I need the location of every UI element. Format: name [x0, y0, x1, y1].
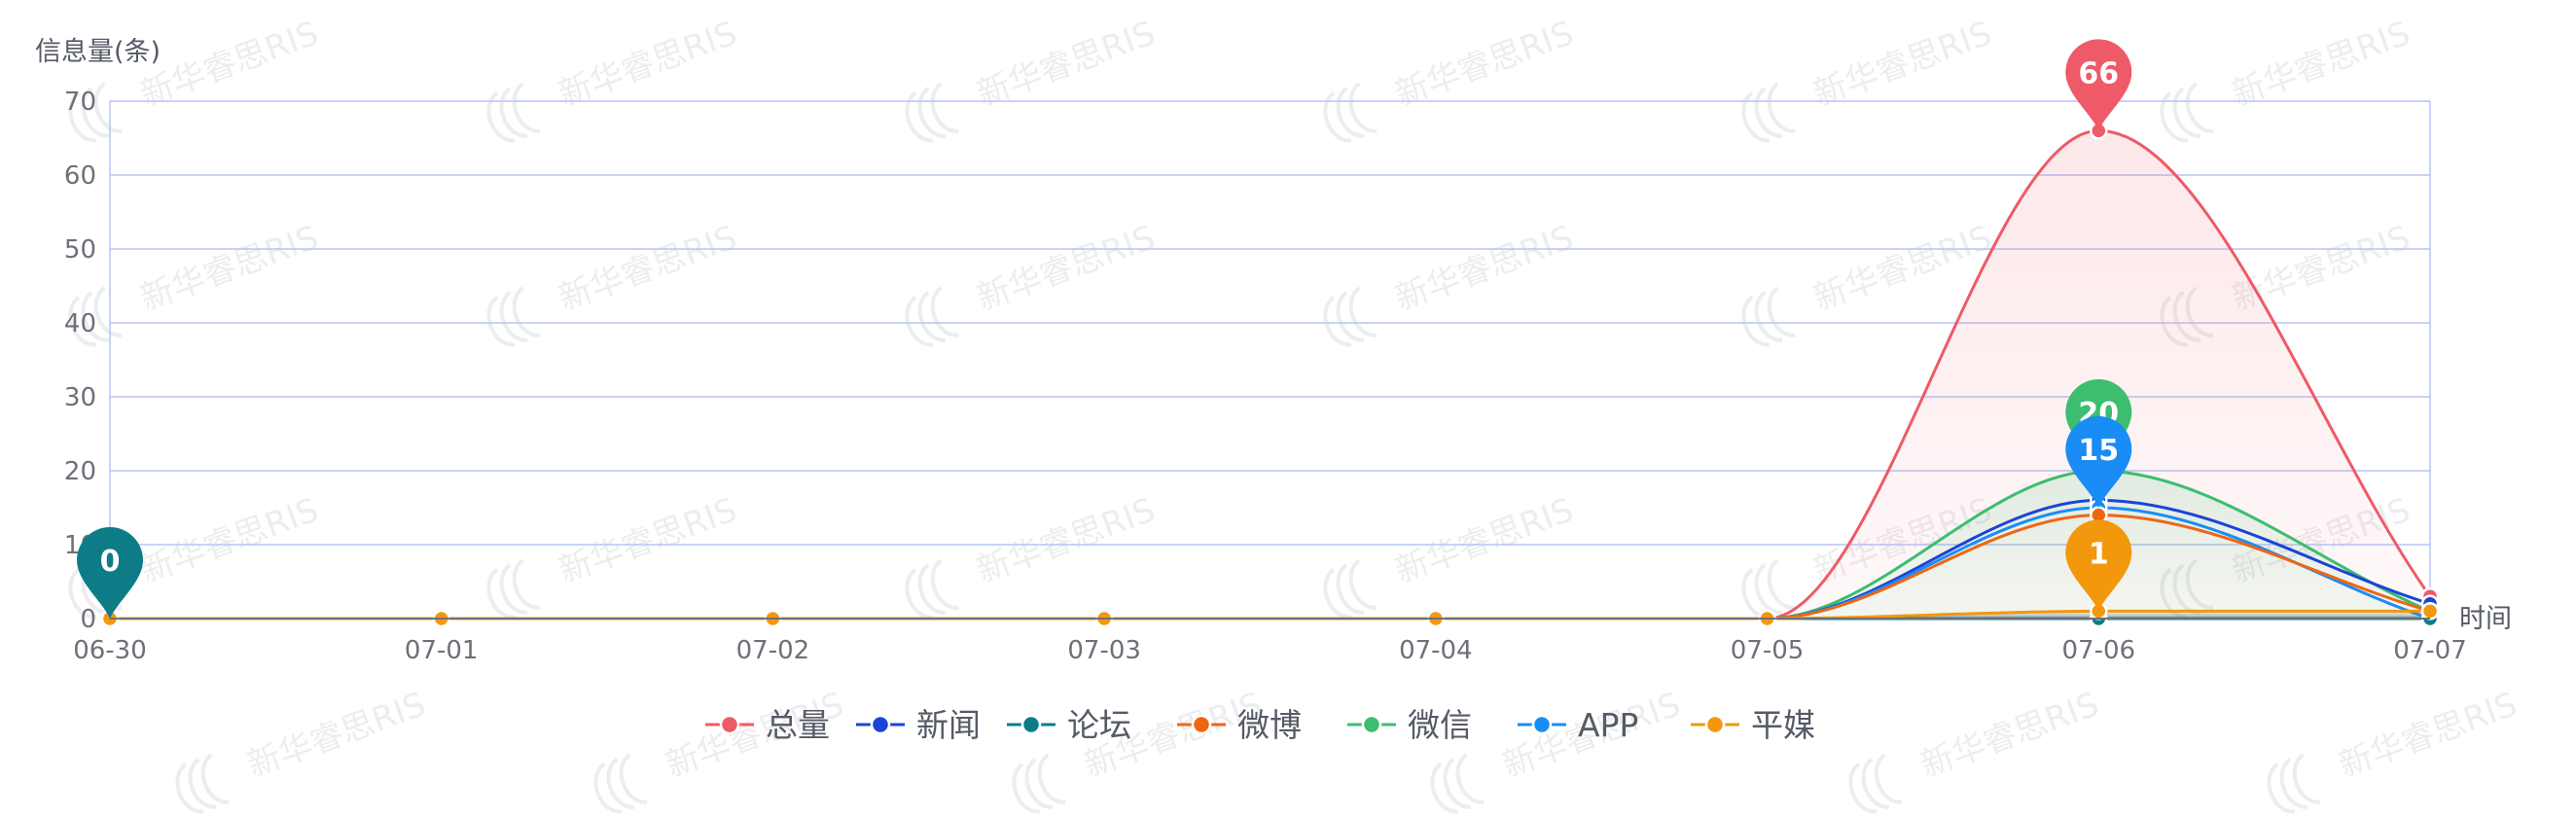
- watermark-logo: [1323, 286, 1377, 347]
- watermark-text: 新华睿思RIS: [554, 490, 741, 590]
- watermark-text: 新华睿思RIS: [1390, 14, 1578, 114]
- watermark-logo: [593, 753, 648, 814]
- y-axis-title: 信息量(条): [35, 37, 161, 67]
- watermark-text: 新华睿思RIS: [1915, 685, 2103, 785]
- watermark: 新华睿思RIS: [2160, 14, 2415, 143]
- watermark: 新华睿思RIS: [486, 218, 742, 347]
- watermark: 新华睿思RIS: [486, 14, 742, 143]
- pin-label: 0: [100, 545, 121, 579]
- legend-item-forum[interactable]: 论坛: [1007, 706, 1131, 744]
- x-tick-label: 07-07: [2393, 636, 2467, 665]
- x-tick-label: 07-06: [2062, 636, 2136, 665]
- y-tick-label: 0: [80, 605, 96, 634]
- x-tick-label: 07-04: [1399, 636, 1473, 665]
- watermark: 新华睿思RIS: [905, 490, 1161, 620]
- y-tick-label: 20: [64, 457, 96, 486]
- watermark-text: 新华睿思RIS: [2227, 14, 2415, 114]
- legend-item-print-media[interactable]: 平媒: [1691, 706, 1815, 744]
- legend-label: 总量: [766, 706, 830, 744]
- watermark-logo: [1323, 558, 1377, 620]
- legend-marker: [1361, 714, 1382, 735]
- x-tick-label: 07-05: [1731, 636, 1805, 665]
- legend-label: APP: [1578, 706, 1638, 744]
- watermark-text: 新华睿思RIS: [135, 14, 323, 114]
- y-tick-label: 60: [64, 161, 96, 191]
- pin-label: 1: [2089, 537, 2109, 571]
- watermark-logo: [1848, 753, 1903, 814]
- x-tick-label: 06-30: [73, 636, 147, 665]
- legend-marker: [1531, 714, 1553, 735]
- watermark-logo: [486, 286, 541, 347]
- legend-marker: [1191, 714, 1212, 735]
- watermark-text: 新华睿思RIS: [972, 14, 1160, 114]
- watermark-logo: [905, 558, 959, 620]
- point-print-media[interactable]: [2420, 602, 2440, 621]
- watermark-logo: [486, 82, 541, 143]
- legend-item-wechat[interactable]: 微信: [1347, 706, 1472, 744]
- watermark-logo: [1741, 82, 1796, 143]
- watermark-logo: [1741, 286, 1796, 347]
- watermark: 新华睿思RIS: [486, 490, 742, 620]
- watermark: 新华睿思RIS: [68, 218, 324, 347]
- watermark: 新华睿思RIS: [1848, 685, 2104, 814]
- watermark: 新华睿思RIS: [1012, 685, 1268, 814]
- x-tick-label: 07-03: [1067, 636, 1141, 665]
- pin-label: 66: [2078, 56, 2119, 90]
- watermark: 新华睿思RIS: [2267, 685, 2522, 814]
- y-tick-label: 70: [64, 88, 96, 117]
- watermark-text: 新华睿思RIS: [1390, 490, 1578, 590]
- legend-marker: [870, 714, 891, 735]
- pin-marker-total: 66: [2065, 39, 2132, 131]
- watermark-logo: [2160, 82, 2214, 143]
- legend-label: 微博: [1237, 706, 1302, 744]
- watermark: 新华睿思RIS: [593, 685, 849, 814]
- watermark-text: 新华睿思RIS: [972, 490, 1160, 590]
- watermark-text: 新华睿思RIS: [554, 14, 741, 114]
- legend-marker: [719, 714, 740, 735]
- watermark-logo: [175, 753, 230, 814]
- watermark-text: 新华睿思RIS: [2334, 685, 2522, 785]
- watermark-logo: [1323, 82, 1377, 143]
- y-tick-label: 50: [64, 235, 96, 265]
- legend-label: 新闻: [916, 706, 981, 744]
- watermark: 新华睿思RIS: [1323, 14, 1579, 143]
- watermark-text: 新华睿思RIS: [242, 685, 430, 785]
- legend-item-news[interactable]: 新闻: [856, 706, 981, 744]
- info-volume-chart: 新华睿思RIS 新华睿思RIS 新华睿思RIS 新华睿思RIS 新华睿思RIS 新华睿思R…: [35, 14, 2522, 814]
- watermark-text: 新华睿思RIS: [1808, 14, 1996, 114]
- legend-label: 论坛: [1067, 706, 1131, 744]
- y-tick-label: 40: [64, 309, 96, 338]
- watermark-logo: [905, 82, 959, 143]
- watermark-text: 新华睿思RIS: [135, 490, 323, 590]
- watermark-text: 新华睿思RIS: [135, 218, 323, 318]
- watermark: 新华睿思RIS: [905, 14, 1161, 143]
- legend-label: 平媒: [1751, 706, 1815, 744]
- watermark-text: 新华睿思RIS: [972, 218, 1160, 318]
- watermark: 新华睿思RIS: [175, 685, 431, 814]
- watermark-text: 新华睿思RIS: [1390, 218, 1578, 318]
- watermark: 新华睿思RIS: [905, 218, 1161, 347]
- pin-label: 15: [2078, 434, 2119, 468]
- watermark-logo: [905, 286, 959, 347]
- watermark-text: 新华睿思RIS: [554, 218, 741, 318]
- watermark-logo: [1012, 753, 1066, 814]
- legend-label: 微信: [1408, 706, 1472, 744]
- legend-marker: [1020, 714, 1042, 735]
- x-tick-label: 07-02: [736, 636, 810, 665]
- x-axis-title: 时间: [2459, 604, 2512, 634]
- y-tick-label: 30: [64, 383, 96, 412]
- watermark: 新华睿思RIS: [1741, 14, 1997, 143]
- legend-marker: [1704, 714, 1726, 735]
- x-tick-label: 07-01: [405, 636, 479, 665]
- watermark-logo: [2267, 753, 2321, 814]
- watermark: 新华睿思RIS: [68, 14, 324, 143]
- watermark-logo: [1430, 753, 1485, 814]
- watermark: 新华睿思RIS: [1323, 490, 1579, 620]
- watermark: 新华睿思RIS: [1323, 218, 1579, 347]
- watermark: 新华睿思RIS: [1430, 685, 1686, 814]
- watermark-logo: [486, 558, 541, 620]
